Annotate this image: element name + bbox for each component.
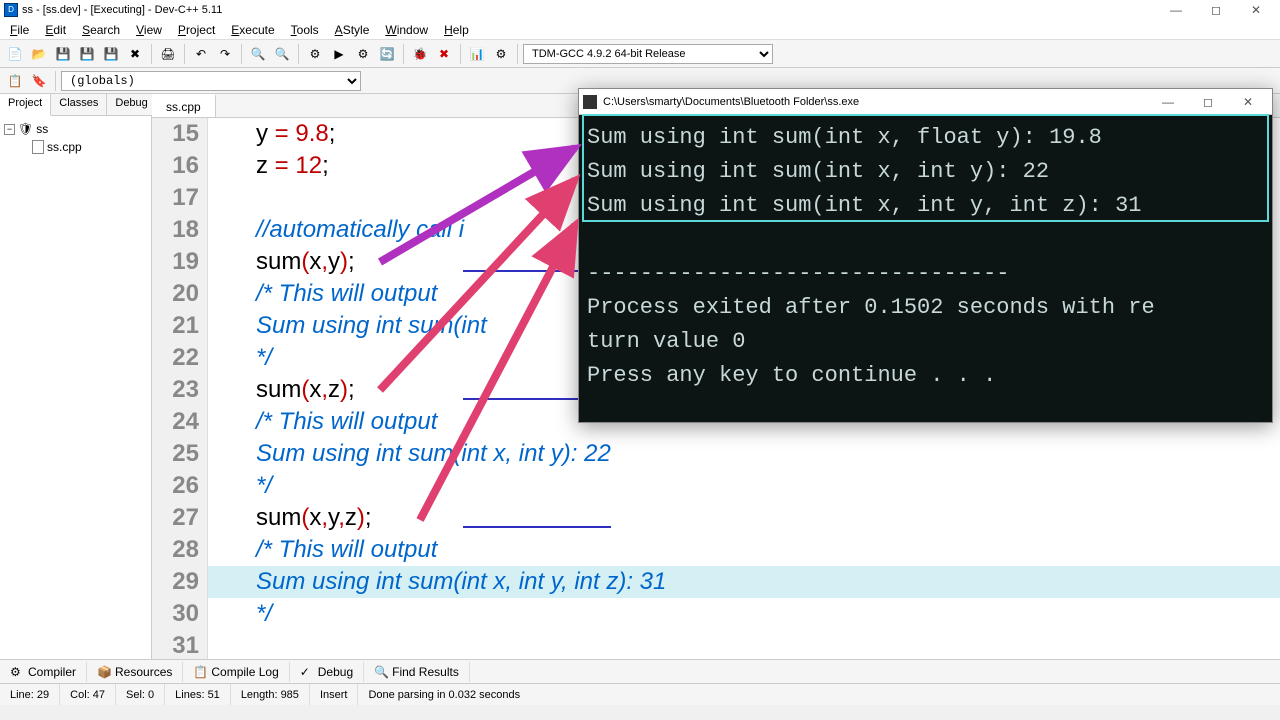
- project-name: ss: [36, 122, 48, 136]
- options-icon[interactable]: ⚙: [490, 43, 512, 65]
- menu-file[interactable]: File: [2, 21, 37, 39]
- status-parse: Done parsing in 0.032 seconds: [358, 684, 1280, 705]
- globals-select[interactable]: (globals): [61, 71, 361, 91]
- menu-window[interactable]: Window: [377, 21, 436, 39]
- tree-root-node[interactable]: − 🛡 ss: [4, 120, 147, 138]
- maximize-button[interactable]: ◻: [1196, 0, 1236, 20]
- sidebar-tab-classes[interactable]: Classes: [51, 94, 107, 115]
- sidebar-tab-project[interactable]: Project: [0, 94, 51, 116]
- save-icon[interactable]: 💾: [52, 43, 74, 65]
- menu-execute[interactable]: Execute: [223, 21, 282, 39]
- undo-icon[interactable]: ↶: [190, 43, 212, 65]
- project-sidebar: ProjectClassesDebug − 🛡 ss ss.cpp: [0, 94, 152, 659]
- console-output: Sum using int sum(int x, float y): 19.8 …: [579, 115, 1272, 399]
- goto-icon[interactable]: 📋: [4, 70, 26, 92]
- profile-icon[interactable]: 📊: [466, 43, 488, 65]
- status-line: Line: 29: [0, 684, 60, 705]
- redo-icon[interactable]: ↷: [214, 43, 236, 65]
- sidebar-tab-debug[interactable]: Debug: [107, 94, 156, 115]
- menu-view[interactable]: View: [128, 21, 170, 39]
- bottom-tabs: ⚙ Compiler📦 Resources📋 Compile Log✓ Debu…: [0, 659, 1280, 683]
- save-all-icon[interactable]: 💾: [76, 43, 98, 65]
- status-sel: Sel: 0: [116, 684, 165, 705]
- file-name: ss.cpp: [47, 140, 82, 154]
- menu-tools[interactable]: Tools: [283, 21, 327, 39]
- print-icon[interactable]: 🖨: [157, 43, 179, 65]
- status-bar: Line: 29 Col: 47 Sel: 0 Lines: 51 Length…: [0, 683, 1280, 705]
- new-file-icon[interactable]: 📄: [4, 43, 26, 65]
- status-lines: Lines: 51: [165, 684, 231, 705]
- editor-tab[interactable]: ss.cpp: [152, 94, 216, 117]
- console-maximize-button[interactable]: ◻: [1188, 92, 1228, 112]
- collapse-icon[interactable]: −: [4, 124, 15, 135]
- menu-astyle[interactable]: AStyle: [327, 21, 378, 39]
- console-titlebar: C:\Users\smarty\Documents\Bluetooth Fold…: [579, 89, 1272, 115]
- save-as-icon[interactable]: 💾: [100, 43, 122, 65]
- minimize-button[interactable]: —: [1156, 0, 1196, 20]
- shield-icon: 🛡: [18, 122, 33, 136]
- debug-icon[interactable]: 🐞: [409, 43, 431, 65]
- project-tree[interactable]: − 🛡 ss ss.cpp: [0, 116, 151, 160]
- find-icon[interactable]: 🔍: [247, 43, 269, 65]
- close-file-icon[interactable]: ✖: [124, 43, 146, 65]
- bottom-tab-compiler[interactable]: ⚙ Compiler: [0, 662, 87, 682]
- compile-icon[interactable]: ⚙: [304, 43, 326, 65]
- app-icon: D: [4, 3, 18, 17]
- open-icon[interactable]: 📂: [28, 43, 50, 65]
- close-button[interactable]: ✕: [1236, 0, 1276, 20]
- menu-help[interactable]: Help: [436, 21, 477, 39]
- bookmark-icon[interactable]: 🔖: [28, 70, 50, 92]
- console-close-button[interactable]: ✕: [1228, 92, 1268, 112]
- bottom-tab-find-results[interactable]: 🔍 Find Results: [364, 662, 470, 682]
- menu-edit[interactable]: Edit: [37, 21, 74, 39]
- window-titlebar: D ss - [ss.dev] - [Executing] - Dev-C++ …: [0, 0, 1280, 20]
- line-gutter: 1516171819202122232425262728293031: [152, 118, 208, 659]
- rebuild-icon[interactable]: 🔄: [376, 43, 398, 65]
- file-icon: [32, 140, 44, 154]
- console-title: C:\Users\smarty\Documents\Bluetooth Fold…: [603, 96, 859, 108]
- stop-icon[interactable]: ✖: [433, 43, 455, 65]
- compile-run-icon[interactable]: ⚙: [352, 43, 374, 65]
- menu-search[interactable]: Search: [74, 21, 128, 39]
- menu-project[interactable]: Project: [170, 21, 223, 39]
- tree-file-node[interactable]: ss.cpp: [4, 138, 147, 156]
- status-mode: Insert: [310, 684, 359, 705]
- status-length: Length: 985: [231, 684, 310, 705]
- bottom-tab-resources[interactable]: 📦 Resources: [87, 662, 183, 682]
- run-icon[interactable]: ▶: [328, 43, 350, 65]
- bottom-tab-debug[interactable]: ✓ Debug: [290, 662, 364, 682]
- compiler-select[interactable]: TDM-GCC 4.9.2 64-bit Release: [523, 44, 773, 64]
- menu-bar: FileEditSearchViewProjectExecuteToolsASt…: [0, 20, 1280, 40]
- console-window: C:\Users\smarty\Documents\Bluetooth Fold…: [578, 88, 1273, 423]
- status-col: Col: 47: [60, 684, 116, 705]
- window-title: ss - [ss.dev] - [Executing] - Dev-C++ 5.…: [22, 4, 222, 16]
- bottom-tab-compile-log[interactable]: 📋 Compile Log: [183, 662, 289, 682]
- replace-icon[interactable]: 🔍: [271, 43, 293, 65]
- console-minimize-button[interactable]: —: [1148, 92, 1188, 112]
- console-icon: [583, 95, 597, 109]
- main-toolbar: 📄 📂 💾 💾 💾 ✖ 🖨 ↶ ↷ 🔍 🔍 ⚙ ▶ ⚙ 🔄 🐞 ✖ 📊 ⚙ TD…: [0, 40, 1280, 68]
